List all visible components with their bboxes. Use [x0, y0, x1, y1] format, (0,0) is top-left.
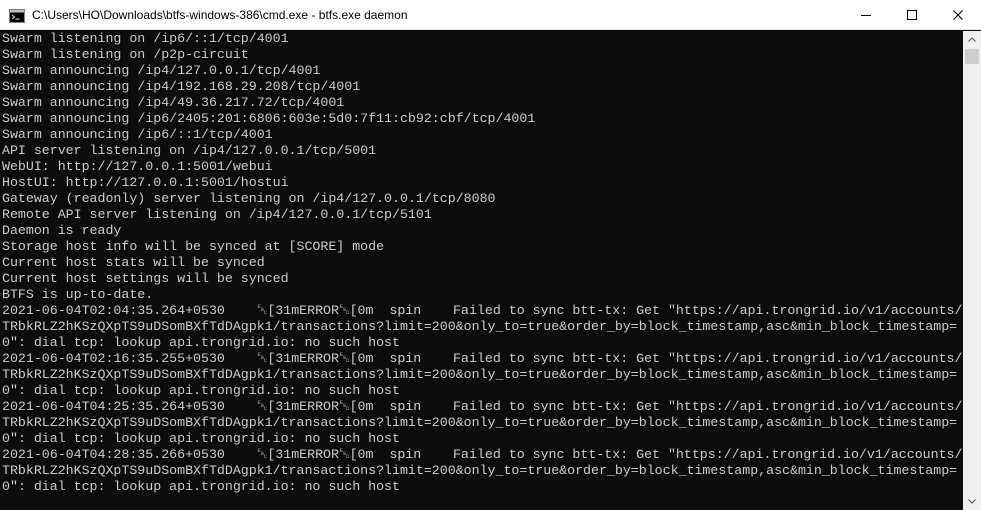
- console-line: 2021-06-04T02:16:35.255+0530 ␛[31mERROR␛…: [2, 351, 963, 366]
- console-line: Gateway (readonly) server listening on /…: [2, 191, 496, 206]
- console-line: Current host stats will be synced: [2, 255, 265, 270]
- console-line: TRbkRLZ2hKSzQXpTS9uDSomBXfTdDAgpk1/trans…: [2, 463, 958, 478]
- console-line: Swarm announcing /ip6/2405:201:6806:603e…: [2, 111, 536, 126]
- console-line: BTFS is up-to-date.: [2, 287, 154, 302]
- cmd-icon[interactable]: [9, 8, 25, 23]
- title-bar[interactable]: C:\Users\HO\Downloads\btfs-windows-386\c…: [0, 0, 981, 30]
- minimize-button[interactable]: [843, 0, 889, 30]
- console-line: Daemon is ready: [2, 223, 122, 238]
- console-line: 0": dial tcp: lookup api.trongrid.io: no…: [2, 383, 400, 398]
- console-line: HostUI: http://127.0.0.1:5001/hostui: [2, 175, 289, 190]
- scroll-up-arrow-icon: [968, 37, 976, 42]
- console-line: Swarm announcing /ip6/::1/tcp/4001: [2, 127, 273, 142]
- console-line: 2021-06-04T04:25:35.264+0530 ␛[31mERROR␛…: [2, 399, 963, 414]
- scrollbar-thumb[interactable]: [965, 49, 979, 64]
- console-line: Storage host info will be synced at [SCO…: [2, 239, 385, 254]
- console-line: 0": dial tcp: lookup api.trongrid.io: no…: [2, 479, 400, 494]
- console-line: TRbkRLZ2hKSzQXpTS9uDSomBXfTdDAgpk1/trans…: [2, 367, 958, 382]
- console-line: API server listening on /ip4/127.0.0.1/t…: [2, 143, 377, 158]
- console-line: Swarm announcing /ip4/127.0.0.1/tcp/4001: [2, 63, 321, 78]
- close-icon: [953, 9, 963, 20]
- console-line: Swarm announcing /ip4/192.168.29.208/tcp…: [2, 79, 361, 94]
- console-line: Current host settings will be synced: [2, 271, 289, 286]
- scroll-down-arrow-icon: [968, 499, 976, 504]
- vertical-scrollbar[interactable]: [963, 31, 981, 510]
- close-button[interactable]: [935, 0, 981, 30]
- maximize-icon: [907, 9, 917, 20]
- console-line: WebUI: http://127.0.0.1:5001/webui: [2, 159, 273, 174]
- console-text-area: Swarm listening on /ip6/::1/tcp/4001 Swar…: [0, 31, 963, 495]
- console-line: 0": dial tcp: lookup api.trongrid.io: no…: [2, 335, 400, 350]
- console-line: 2021-06-04T02:04:35.264+0530 ␛[31mERROR␛…: [2, 303, 963, 318]
- console-output[interactable]: Swarm listening on /ip6/::1/tcp/4001 Swar…: [0, 31, 963, 510]
- console-line: Remote API server listening on /ip4/127.…: [2, 207, 432, 222]
- console-line: 2021-06-04T04:28:35.266+0530 ␛[31mERROR␛…: [2, 447, 963, 462]
- scroll-down-button[interactable]: [963, 493, 981, 510]
- minimize-icon: [861, 14, 871, 16]
- window-title: C:\Users\HO\Downloads\btfs-windows-386\c…: [32, 7, 408, 22]
- console-line: Swarm listening on /ip6/::1/tcp/4001: [2, 31, 289, 46]
- console-line: Swarm listening on /p2p-circuit: [2, 47, 249, 62]
- console-line: Swarm announcing /ip4/49.36.217.72/tcp/4…: [2, 95, 345, 110]
- console-line: TRbkRLZ2hKSzQXpTS9uDSomBXfTdDAgpk1/trans…: [2, 319, 958, 334]
- console-line: 0": dial tcp: lookup api.trongrid.io: no…: [2, 431, 400, 446]
- console-line: TRbkRLZ2hKSzQXpTS9uDSomBXfTdDAgpk1/trans…: [2, 415, 958, 430]
- maximize-button[interactable]: [889, 0, 935, 30]
- scroll-up-button[interactable]: [963, 31, 981, 48]
- console-window: C:\Users\HO\Downloads\btfs-windows-386\c…: [0, 0, 981, 510]
